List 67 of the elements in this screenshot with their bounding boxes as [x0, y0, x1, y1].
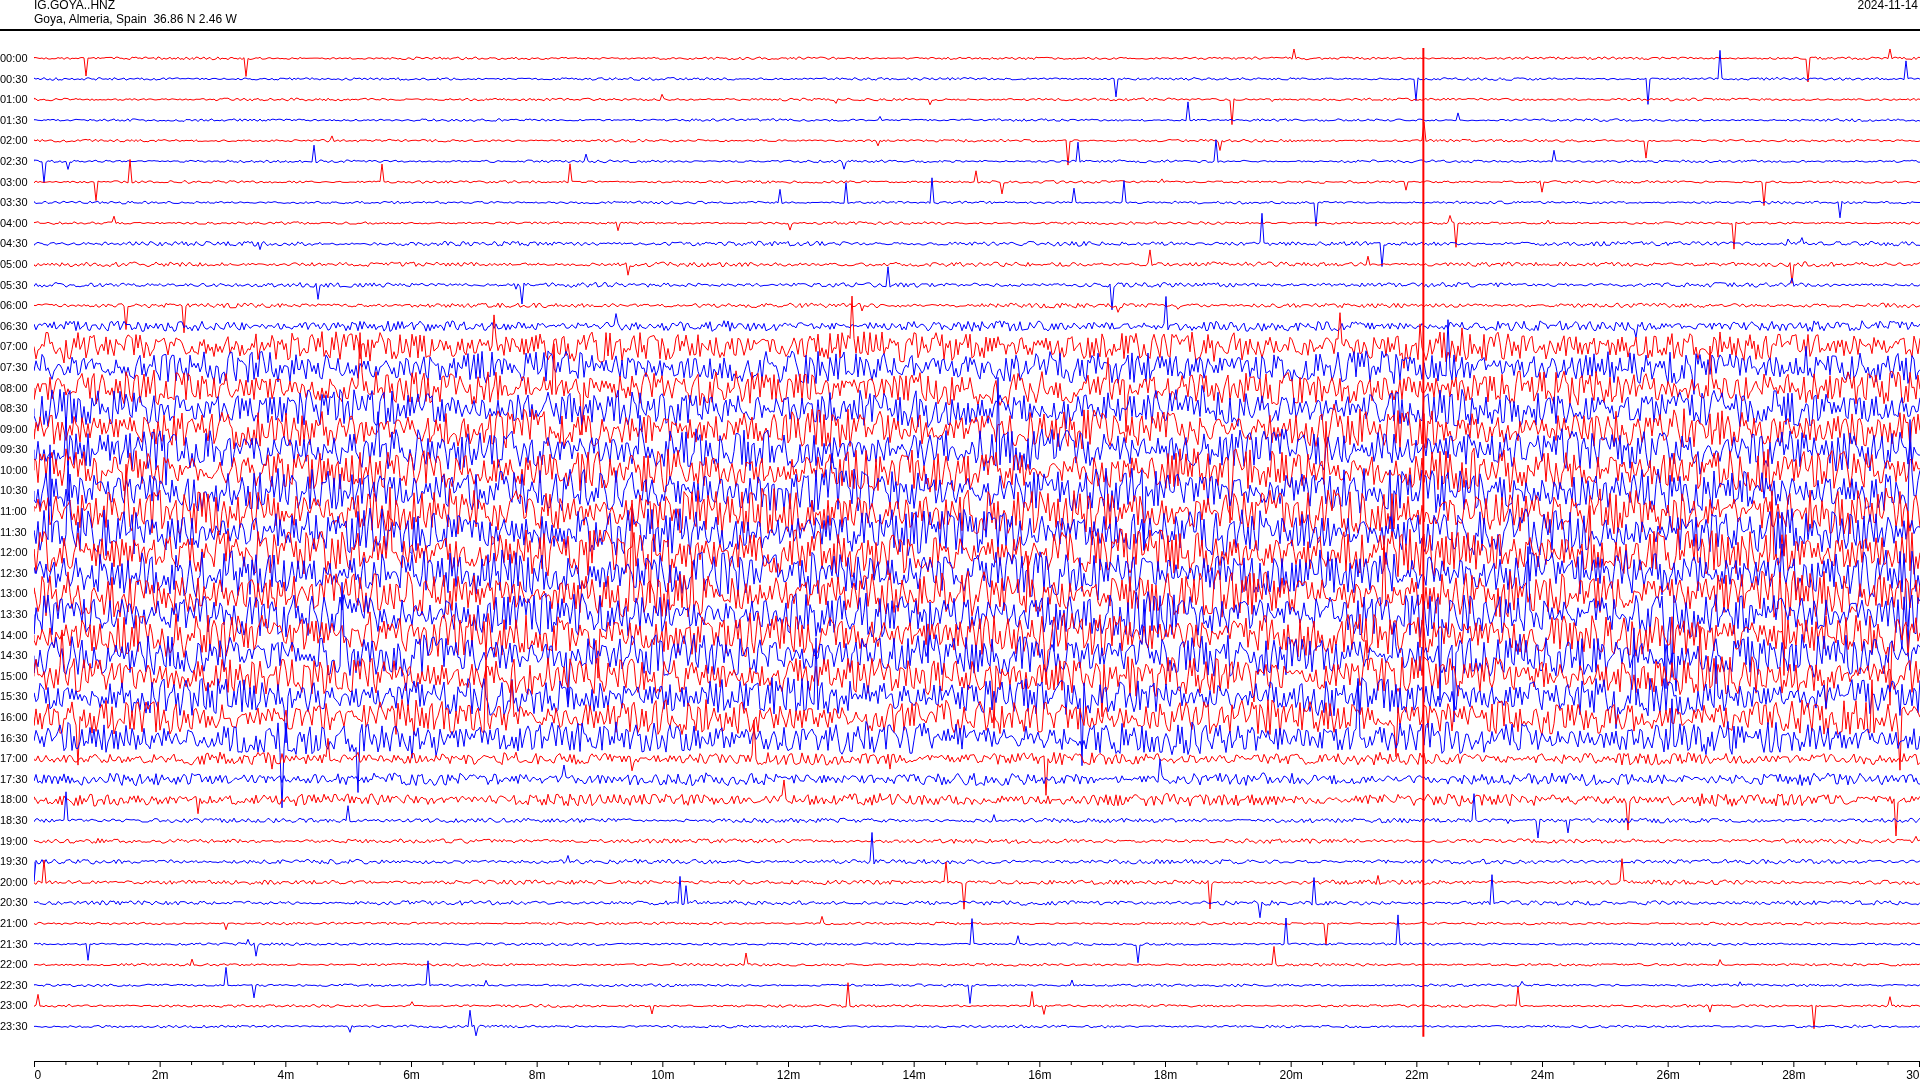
time-label: 10:00 [0, 462, 29, 478]
axis-tick-label: 2m [151, 1067, 169, 1080]
time-label: 20:30 [0, 895, 29, 911]
time-label: 05:30 [0, 277, 29, 293]
axis-tick-label: 30 [1906, 1067, 1920, 1080]
time-label: 18:00 [0, 792, 29, 808]
time-label: 18:30 [0, 812, 29, 828]
time-label: 23:30 [0, 1018, 29, 1034]
time-label: 02:30 [0, 153, 29, 169]
station-code: IG.GOYA..HNZ [34, 0, 117, 12]
axis-tick-label: 14m [902, 1067, 926, 1080]
time-label: 05:00 [0, 256, 29, 272]
time-label: 13:30 [0, 607, 29, 623]
station-location: Goya, Almeria, Spain 36.86 N 2.46 W [34, 12, 237, 26]
time-label: 15:30 [0, 689, 29, 705]
time-label: 12:30 [0, 565, 29, 581]
axis-tick-label: 4m [277, 1067, 295, 1080]
axis-tick-label: 26m [1656, 1067, 1680, 1080]
time-label: 09:00 [0, 421, 29, 437]
time-label: 22:30 [0, 977, 29, 993]
axis-tick-label: 18m [1153, 1067, 1178, 1080]
axis-tick-label: 22m [1405, 1067, 1429, 1080]
axis-tick-label: 16m [1028, 1067, 1052, 1080]
axis-tick-label: 12m [776, 1067, 801, 1080]
time-label: 09:30 [0, 442, 29, 458]
time-label: 02:00 [0, 133, 29, 149]
axis-tick-label: 0 [34, 1067, 42, 1080]
axis-tick-label: 10m [651, 1067, 675, 1080]
axis-tick-label: 20m [1279, 1067, 1303, 1080]
axis-tick-label: 24m [1530, 1067, 1555, 1080]
time-label: 23:00 [0, 998, 29, 1014]
time-label: 19:30 [0, 854, 29, 870]
time-label: 15:00 [0, 668, 29, 684]
time-label: 12:00 [0, 545, 29, 561]
time-label: 20:00 [0, 874, 29, 890]
time-label: 16:30 [0, 730, 29, 746]
time-label: 07:00 [0, 339, 29, 355]
time-label: 21:30 [0, 936, 29, 952]
time-label: 14:00 [0, 627, 29, 643]
time-label: 11:00 [0, 504, 28, 520]
time-label: 16:00 [0, 710, 29, 725]
time-label: 07:30 [0, 359, 29, 375]
axis-tick-label: 8m [528, 1067, 546, 1080]
time-label: 19:00 [0, 833, 29, 849]
date-label: 2024-11-14 [1857, 0, 1919, 14]
time-label: 03:30 [0, 195, 29, 211]
time-label: 22:00 [0, 957, 29, 973]
time-label: 03:00 [0, 174, 29, 190]
time-label: 14:30 [0, 648, 29, 664]
time-label: 17:30 [0, 771, 29, 787]
time-label: 11:30 [0, 524, 28, 540]
time-label: 10:30 [0, 483, 29, 499]
time-label: 01:00 [0, 92, 29, 108]
time-label: 13:00 [0, 586, 29, 602]
time-label: 04:30 [0, 236, 29, 252]
time-label: 01:30 [0, 112, 29, 128]
time-label: 00:00 [0, 51, 29, 66]
axis-tick-label: 6m [403, 1067, 420, 1080]
time-label: 00:30 [0, 71, 29, 87]
time-label: 08:30 [0, 401, 29, 417]
time-label: 06:30 [0, 318, 29, 334]
time-label: 08:00 [0, 380, 29, 396]
time-label: 21:00 [0, 915, 29, 931]
time-label: 04:00 [0, 215, 29, 231]
time-label: 17:00 [0, 751, 29, 767]
time-label: 06:00 [0, 298, 29, 314]
axis-tick-label: 28m [1782, 1067, 1806, 1080]
